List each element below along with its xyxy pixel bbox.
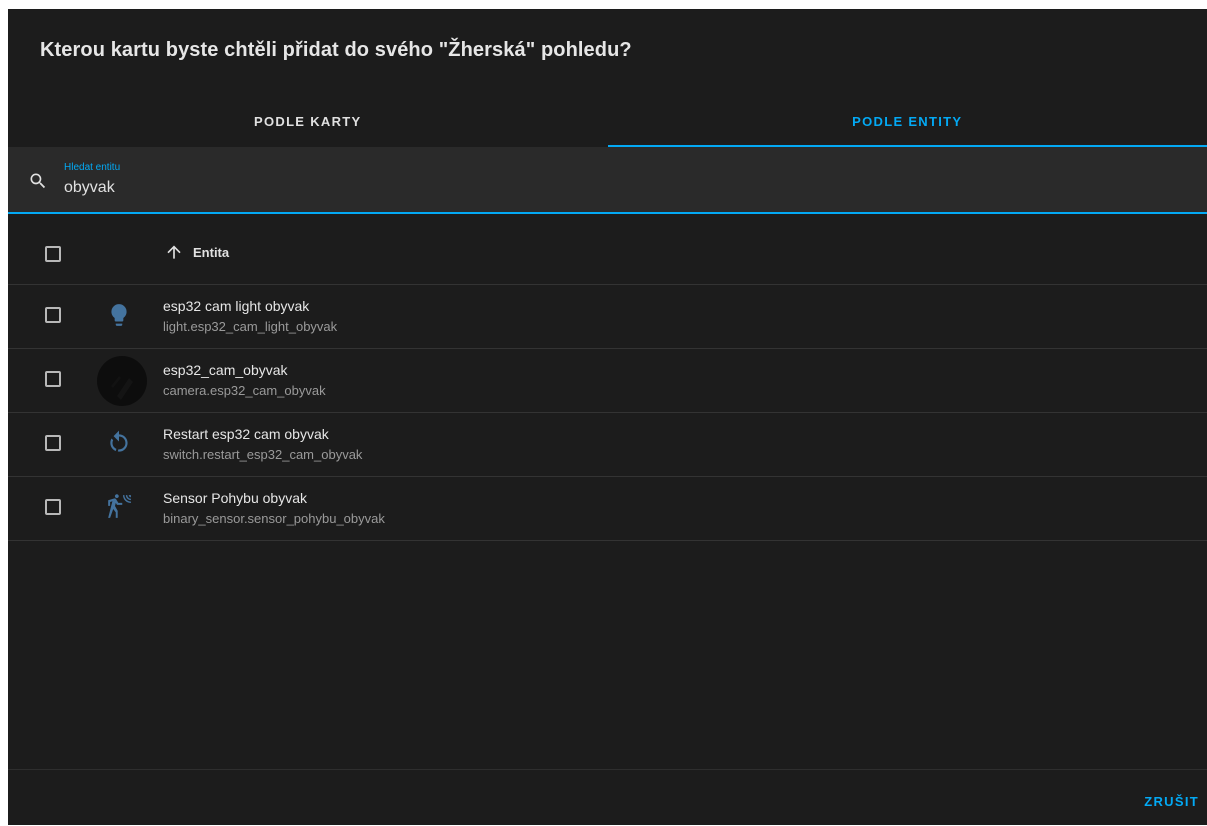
row-checkbox[interactable] <box>45 307 61 323</box>
tab-by-entity[interactable]: PODLE ENTITY <box>608 96 1207 147</box>
add-card-dialog: Kterou kartu byste chtěli přidat do svéh… <box>8 9 1207 825</box>
row-checkbox[interactable] <box>45 435 61 451</box>
entity-name: Restart esp32 cam obyvak <box>163 426 329 442</box>
entity-name: Sensor Pohybu obyvak <box>163 490 307 506</box>
column-header-entity[interactable]: Entita <box>193 245 229 260</box>
search-label: Hledat entitu <box>64 162 120 173</box>
entity-id: light.esp32_cam_light_obyvak <box>163 319 337 334</box>
lightbulb-icon <box>106 302 132 328</box>
tab-by-card[interactable]: PODLE KARTY <box>8 96 608 147</box>
table-row[interactable]: Sensor Pohybu obyvak binary_sensor.senso… <box>8 477 1207 541</box>
table-row[interactable]: esp32 cam light obyvak light.esp32_cam_l… <box>8 285 1207 349</box>
cancel-button[interactable]: ZRUŠIT <box>1144 794 1199 809</box>
entity-id: camera.esp32_cam_obyvak <box>163 383 326 398</box>
table-header: Entita <box>8 223 1207 285</box>
select-all-checkbox[interactable] <box>45 246 61 262</box>
motion-sensor-icon <box>106 494 132 520</box>
search-input[interactable]: obyvak <box>64 179 115 197</box>
row-checkbox[interactable] <box>45 499 61 515</box>
search-icon <box>28 171 48 191</box>
table-row[interactable]: esp32_cam_obyvak camera.esp32_cam_obyvak <box>8 349 1207 413</box>
dialog-footer: ZRUŠIT <box>8 769 1207 826</box>
search-field[interactable]: Hledat entitu obyvak <box>8 147 1207 214</box>
table-row[interactable]: Restart esp32 cam obyvak switch.restart_… <box>8 413 1207 477</box>
restart-icon <box>106 430 132 456</box>
camera-snapshot-image <box>97 356 147 406</box>
entity-name: esp32 cam light obyvak <box>163 298 309 314</box>
entity-id: binary_sensor.sensor_pohybu_obyvak <box>163 511 385 526</box>
camera-thumbnail <box>97 356 147 406</box>
arrow-up-icon[interactable] <box>164 242 184 262</box>
row-checkbox[interactable] <box>45 371 61 387</box>
entity-name: esp32_cam_obyvak <box>163 362 288 378</box>
entity-id: switch.restart_esp32_cam_obyvak <box>163 447 362 462</box>
dialog-title: Kterou kartu byste chtěli přidat do svéh… <box>40 39 632 62</box>
tab-bar: PODLE KARTY PODLE ENTITY <box>8 96 1207 147</box>
